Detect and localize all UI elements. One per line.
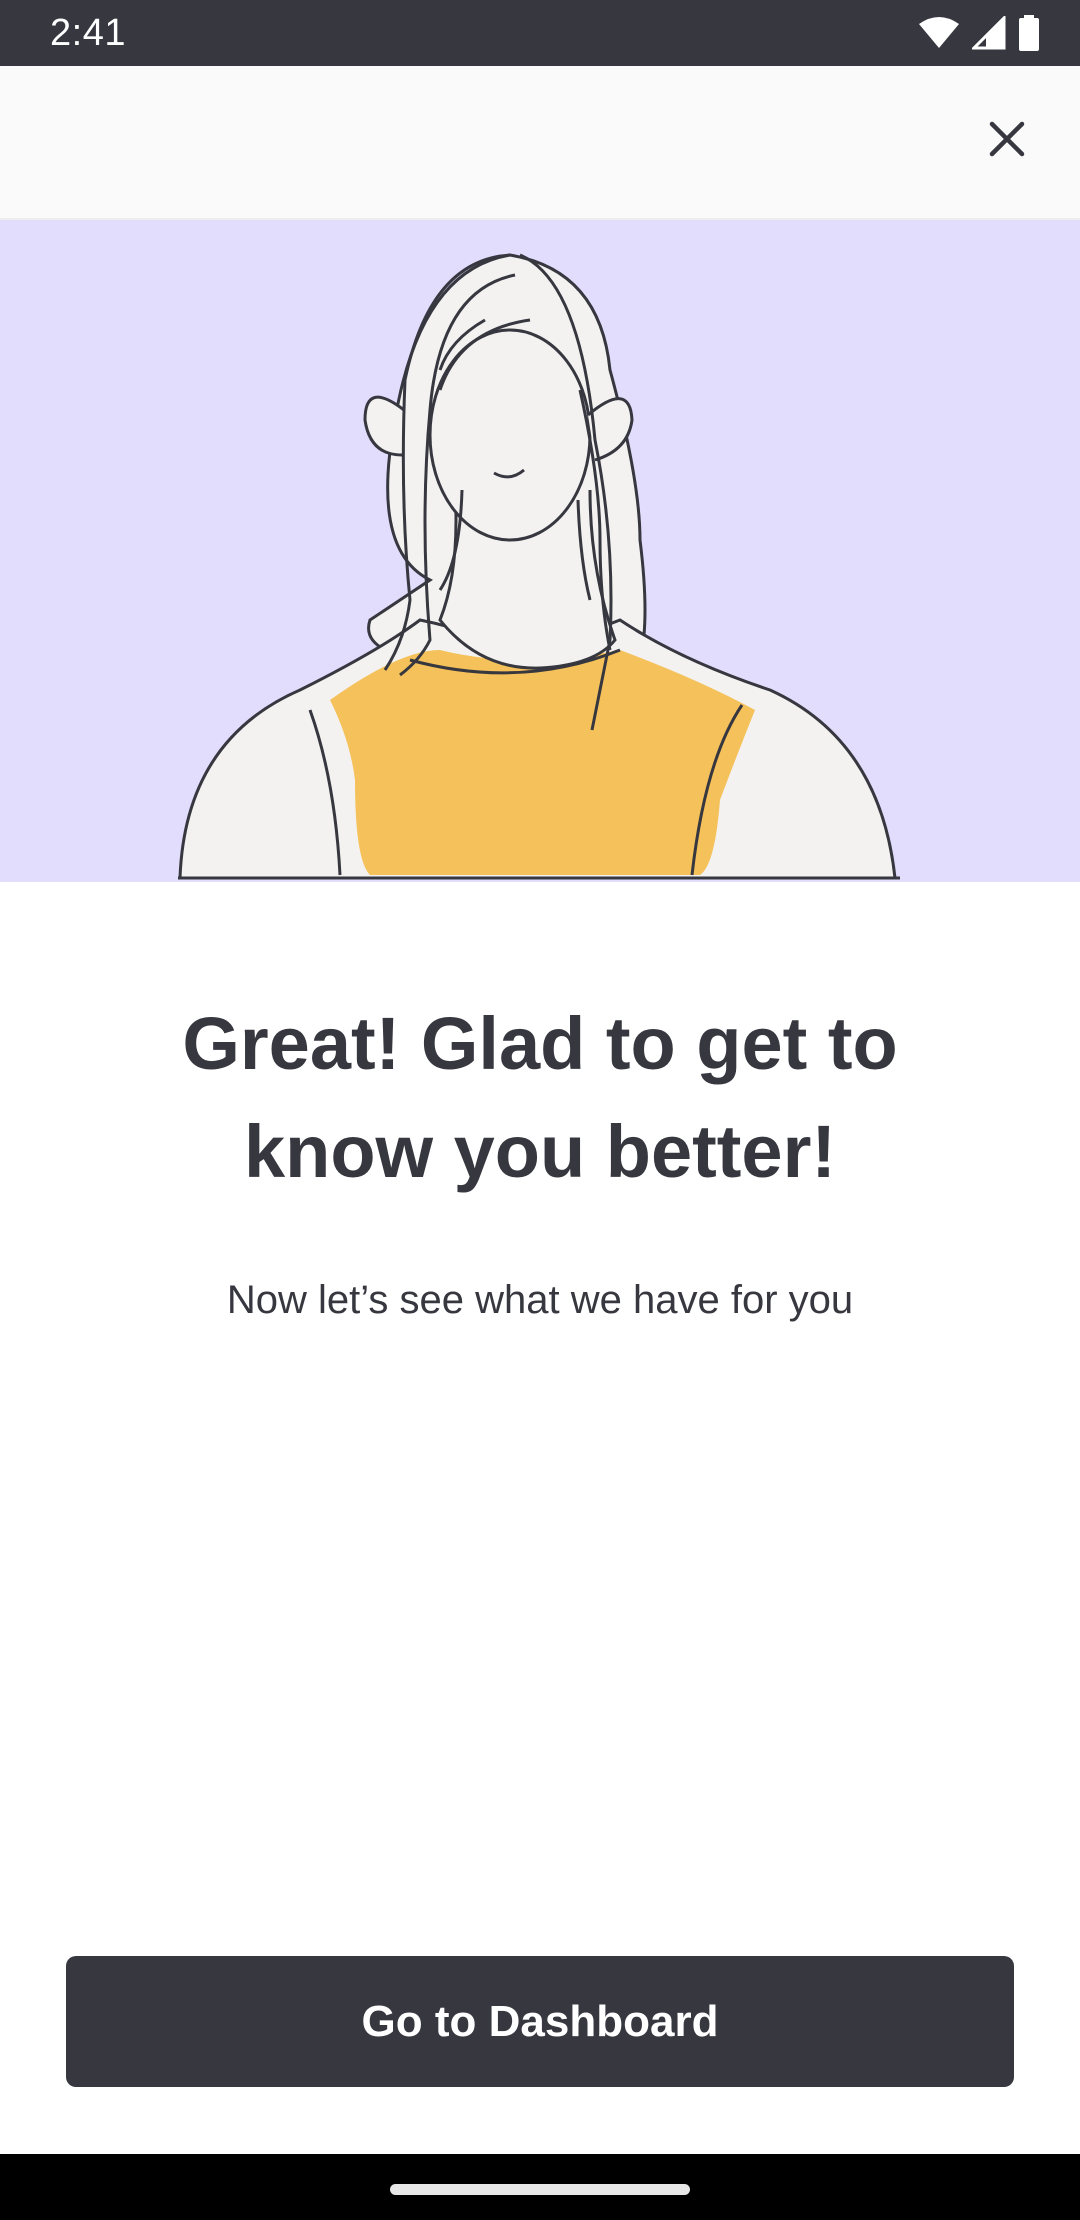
onboarding-complete-screen: 2:41 Great! Glad to get to know you bett… <box>0 0 1080 2220</box>
top-app-bar <box>0 66 1080 220</box>
hero-illustration <box>0 220 1080 882</box>
status-icons <box>918 14 1040 52</box>
wifi-icon <box>918 16 960 50</box>
home-indicator[interactable] <box>390 2184 690 2195</box>
close-button[interactable] <box>972 106 1042 176</box>
headline: Great! Glad to get to know you better! <box>182 1002 898 1193</box>
battery-icon <box>1018 15 1040 51</box>
woman-portrait-illustration <box>178 253 900 880</box>
cellular-signal-icon <box>972 16 1006 50</box>
status-time: 2:41 <box>50 12 126 54</box>
subtitle: Now let’s see what we have for you <box>226 1278 854 1322</box>
system-navigation-bar <box>0 2154 1080 2220</box>
go-to-dashboard-button[interactable]: Go to Dashboard <box>66 1956 1014 2087</box>
close-icon <box>989 121 1025 162</box>
status-bar: 2:41 <box>0 0 1080 66</box>
